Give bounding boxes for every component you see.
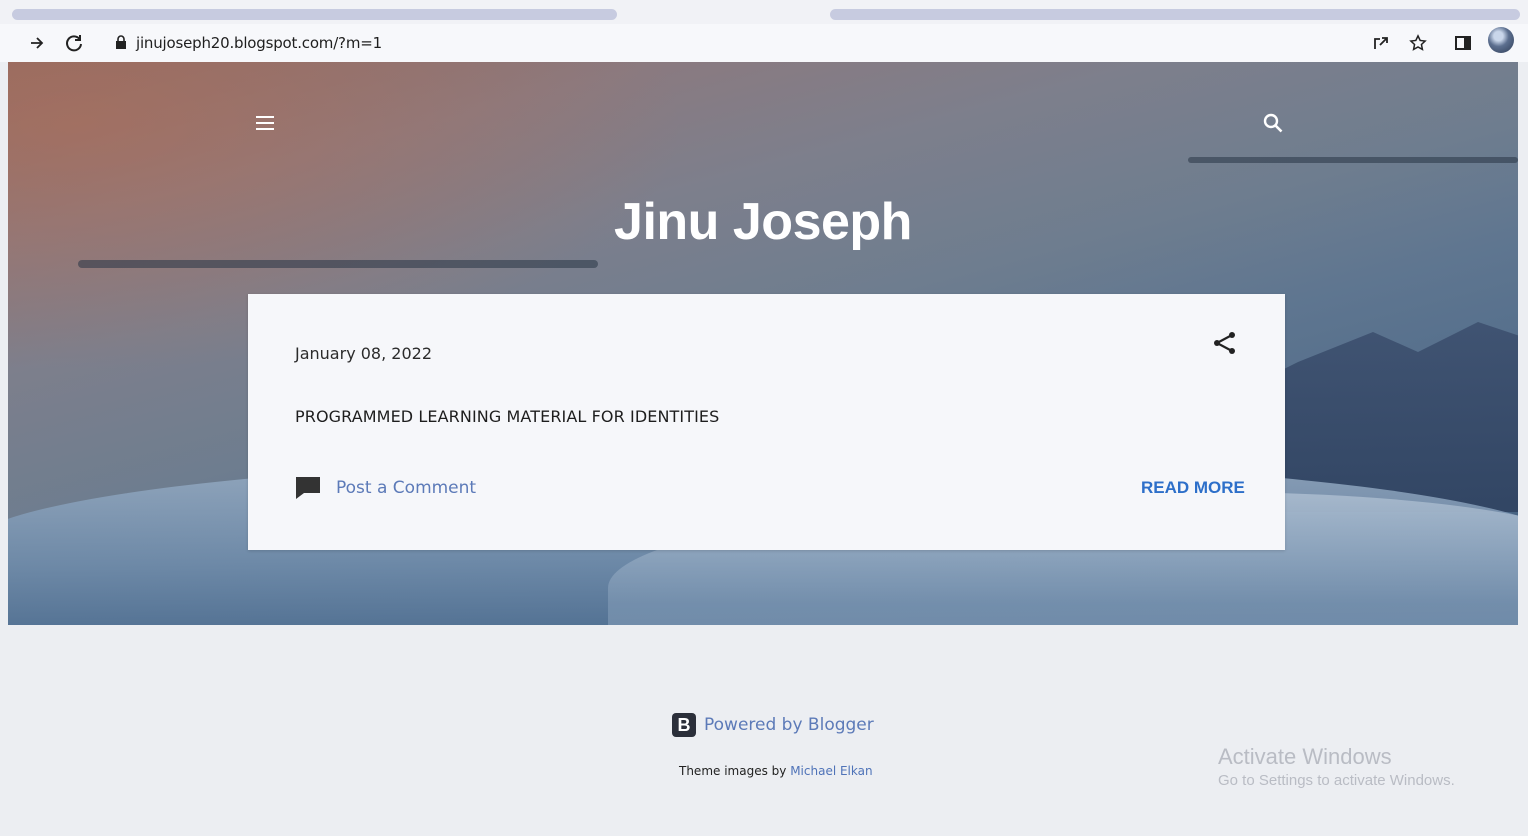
address-bar[interactable]: jinujoseph20.blogspot.com/?m=1 bbox=[136, 34, 382, 52]
hero-cloud bbox=[78, 260, 598, 268]
post-date[interactable]: January 08, 2022 bbox=[295, 344, 432, 363]
powered-by-text: Powered by Blogger bbox=[704, 715, 874, 735]
post-title[interactable]: PROGRAMMED LEARNING MATERIAL FOR IDENTIT… bbox=[295, 407, 719, 426]
bookmark-star-icon[interactable] bbox=[1407, 32, 1429, 54]
menu-icon[interactable] bbox=[254, 112, 276, 134]
search-icon[interactable] bbox=[1261, 111, 1285, 135]
read-more-link[interactable]: READ MORE bbox=[1141, 478, 1245, 498]
lock-icon[interactable] bbox=[115, 35, 127, 54]
share-icon[interactable] bbox=[1212, 330, 1238, 356]
hero-cloud bbox=[1188, 157, 1518, 163]
profile-avatar[interactable] bbox=[1488, 27, 1514, 53]
theme-credit-prefix: Theme images by bbox=[679, 764, 787, 778]
comment-icon[interactable] bbox=[295, 476, 321, 500]
theme-credit-author-link[interactable]: Michael Elkan bbox=[790, 764, 872, 778]
post-card: January 08, 2022 PROGRAMMED LEARNING MAT… bbox=[248, 294, 1285, 550]
watermark-title: Activate Windows bbox=[1218, 744, 1392, 769]
forward-icon[interactable] bbox=[24, 30, 50, 56]
watermark-subtitle: Go to Settings to activate Windows. bbox=[1218, 772, 1455, 789]
blog-title[interactable]: Jinu Joseph bbox=[8, 192, 1518, 252]
blogger-logo-icon: B bbox=[672, 713, 696, 737]
post-comment-link[interactable]: Post a Comment bbox=[336, 478, 476, 498]
side-panel-icon[interactable] bbox=[1452, 32, 1474, 54]
share-page-icon[interactable] bbox=[1370, 32, 1392, 54]
tab-right[interactable] bbox=[830, 9, 1520, 20]
activate-windows-watermark: Activate Windows Go to Settings to activ… bbox=[1218, 744, 1455, 789]
tab-left[interactable] bbox=[12, 9, 617, 20]
tab-strip bbox=[0, 0, 1528, 24]
powered-by-blogger[interactable]: B Powered by Blogger bbox=[672, 713, 874, 737]
reload-icon[interactable] bbox=[61, 30, 87, 56]
theme-credits: Theme images by Michael Elkan bbox=[679, 764, 873, 778]
browser-toolbar: jinujoseph20.blogspot.com/?m=1 bbox=[0, 24, 1528, 62]
